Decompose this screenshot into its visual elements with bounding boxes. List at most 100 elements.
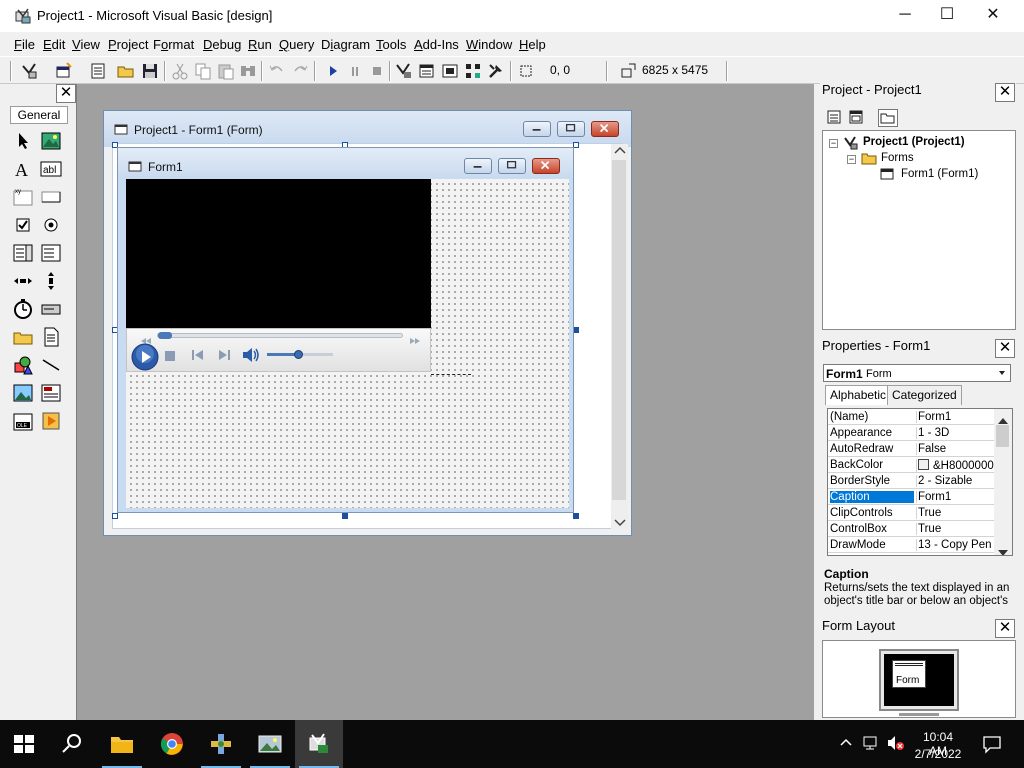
menu-query[interactable]: Query [279, 37, 314, 52]
minimize-button[interactable]: ─ [882, 0, 928, 32]
property-row[interactable]: DrawMode 13 - Copy Pen [828, 537, 994, 553]
mediaplayer-icon[interactable] [40, 410, 62, 432]
vscrollbar-icon[interactable] [40, 270, 62, 292]
frame-icon[interactable]: xy [12, 186, 34, 208]
volume-icon[interactable] [242, 348, 260, 365]
add-project-icon[interactable] [20, 61, 40, 81]
menu-debug[interactable]: Debug [203, 37, 241, 52]
restore-button[interactable] [557, 121, 585, 137]
commandbutton-icon[interactable] [40, 186, 62, 208]
notifications-icon[interactable] [982, 734, 1002, 757]
dirlistbox-icon[interactable] [12, 326, 34, 348]
resize-handle[interactable] [112, 513, 118, 519]
menu-editor-icon[interactable] [88, 61, 108, 81]
picturebox-icon[interactable] [40, 130, 62, 152]
cut-icon[interactable] [170, 61, 190, 81]
tree-item-forms[interactable]: Forms [881, 152, 914, 164]
filelistbox-icon[interactable] [40, 326, 62, 348]
property-row-selected[interactable]: Caption Form1 [828, 489, 994, 505]
volume-track[interactable] [267, 350, 333, 359]
combobox-icon[interactable] [12, 242, 34, 264]
toolbox-icon[interactable] [486, 61, 506, 81]
open-project-icon[interactable] [116, 61, 136, 81]
seek-track[interactable] [157, 332, 403, 339]
scrollbar-thumb[interactable] [996, 425, 1009, 447]
chevron-up-icon[interactable] [838, 734, 854, 753]
properties-scrollbar[interactable] [994, 409, 1012, 555]
collapse-icon[interactable]: − [829, 139, 838, 148]
scroll-up-icon[interactable] [614, 146, 626, 157]
view-code-icon[interactable] [826, 109, 842, 128]
menu-view[interactable]: View [72, 37, 100, 52]
search-button[interactable] [48, 720, 96, 768]
image-icon[interactable] [12, 382, 34, 404]
play-icon[interactable] [131, 343, 159, 374]
find-icon[interactable] [238, 61, 258, 81]
form-preview[interactable]: Form [892, 660, 926, 688]
add-form-icon[interactable] [54, 61, 74, 81]
menu-project[interactable]: Project [108, 37, 148, 52]
toolbox-close-button[interactable]: ✕ [56, 84, 76, 103]
ole-icon[interactable]: OLE [12, 410, 34, 432]
undo-icon[interactable] [267, 61, 287, 81]
property-row[interactable]: BackColor&H8000000F [828, 457, 994, 473]
menu-window[interactable]: Window [466, 37, 512, 52]
paste-icon[interactable] [216, 61, 236, 81]
menu-add-ins[interactable]: Add-Ins [414, 37, 459, 52]
seek-thumb[interactable] [158, 332, 172, 339]
checkbox-icon[interactable] [12, 214, 34, 236]
menu-format[interactable]: Format [153, 37, 194, 52]
object-browser-icon[interactable] [463, 61, 483, 81]
stop-icon[interactable] [165, 350, 175, 364]
end-icon[interactable] [367, 61, 387, 81]
property-row[interactable]: (Name) Form1 [828, 409, 994, 425]
menu-help[interactable]: Help [519, 37, 546, 52]
clock-date[interactable]: 2/7/2022 [913, 747, 963, 761]
toolbox-general-tab[interactable]: General [10, 106, 68, 124]
project-explorer-close-button[interactable]: ✕ [995, 83, 1015, 102]
shape-icon[interactable] [12, 354, 34, 376]
tab-alphabetic[interactable]: Alphabetic [825, 385, 892, 405]
hscrollbar-icon[interactable] [12, 270, 34, 292]
media-player-video-area[interactable] [126, 179, 431, 328]
form-layout-icon[interactable] [440, 61, 460, 81]
form-layout-close-button[interactable]: ✕ [995, 619, 1015, 638]
properties-window-icon[interactable] [417, 61, 437, 81]
tab-categorized[interactable]: Categorized [887, 385, 962, 405]
start-button[interactable] [0, 720, 48, 768]
scrollbar-thumb[interactable] [612, 160, 626, 500]
volume-thumb[interactable] [294, 350, 303, 359]
timer-icon[interactable] [12, 298, 34, 320]
volume-muted-icon[interactable] [886, 734, 904, 755]
vertical-scrollbar[interactable] [611, 144, 628, 529]
scroll-down-icon[interactable] [998, 545, 1008, 555]
menu-file[interactable]: File [14, 37, 35, 52]
menu-tools[interactable]: Tools [376, 37, 406, 52]
save-project-icon[interactable] [140, 61, 160, 81]
scroll-down-icon[interactable] [614, 516, 626, 530]
maximize-button[interactable] [498, 158, 526, 174]
tree-item-project[interactable]: Project1 (Project1) [863, 136, 965, 148]
toggle-folders-icon[interactable] [878, 109, 898, 127]
break-icon[interactable] [345, 61, 365, 81]
pointer-icon[interactable] [12, 130, 34, 152]
object-selector[interactable]: Form1 Form [823, 364, 1011, 382]
title-bar[interactable]: Project1 - Microsoft Visual Basic [desig… [0, 0, 1024, 32]
collapse-icon[interactable]: − [847, 155, 856, 164]
property-row[interactable]: AutoRedraw False [828, 441, 994, 457]
minimize-button[interactable] [523, 121, 551, 137]
start-icon[interactable] [323, 61, 343, 81]
taskbar-app1[interactable] [197, 720, 245, 768]
redo-icon[interactable] [290, 61, 310, 81]
drivelistbox-icon[interactable] [40, 298, 62, 320]
data-icon[interactable] [40, 382, 62, 404]
menu-run[interactable]: Run [248, 37, 272, 52]
media-player-controls[interactable] [126, 328, 431, 372]
textbox-icon[interactable]: abl [40, 158, 62, 180]
next-icon[interactable] [217, 349, 231, 364]
taskbar-app2[interactable] [246, 720, 294, 768]
project-explorer-icon[interactable] [394, 61, 414, 81]
property-row[interactable]: Appearance 1 - 3D [828, 425, 994, 441]
property-row[interactable]: ControlBox True [828, 521, 994, 537]
properties-close-button[interactable]: ✕ [995, 339, 1015, 358]
